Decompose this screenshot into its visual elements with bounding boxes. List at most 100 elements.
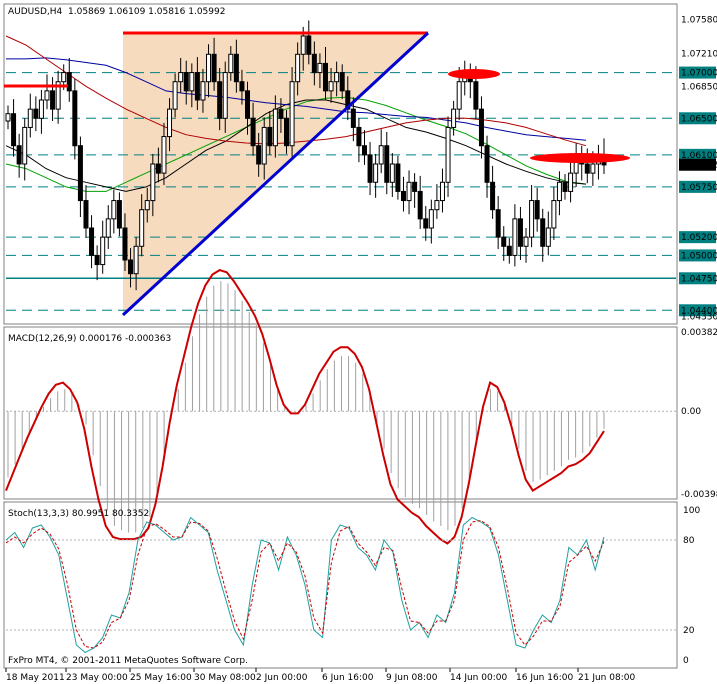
candle-body: [116, 200, 122, 229]
candle-body: [38, 99, 44, 119]
macd-axis-label: 0.00382: [681, 328, 717, 338]
candle-body: [322, 62, 328, 92]
candle-body: [189, 72, 195, 92]
chart-symbol: AUDUSD,H4: [8, 7, 63, 17]
time-axis-label: 18 May 2011: [6, 673, 65, 683]
candle-body: [517, 218, 523, 247]
candle-body: [161, 136, 167, 174]
chart-ohlc: 1.05869 1.06109 1.05816 1.05992: [68, 7, 225, 17]
candle-body: [133, 245, 139, 275]
candle-body: [529, 200, 535, 238]
candle-body: [300, 35, 306, 55]
candle-body: [211, 53, 217, 83]
price-label: 1.07210: [681, 49, 717, 59]
current-price-label: 1.05992: [681, 161, 717, 171]
candle-body: [22, 126, 28, 165]
candle-body: [77, 145, 83, 202]
level-price-label: 1.05200: [681, 233, 717, 243]
candle-body: [434, 200, 440, 211]
candle-body: [27, 108, 33, 128]
candle-body: [456, 81, 462, 110]
macd-axis-label: -0.00398: [681, 490, 717, 500]
candle-body: [356, 126, 362, 147]
candle-body: [33, 108, 39, 119]
level-price-label: 1.05000: [681, 251, 717, 261]
candle-body: [523, 236, 529, 247]
candle-body: [172, 81, 178, 110]
candle-body: [445, 126, 451, 183]
candle-body: [256, 145, 262, 165]
candle-body: [200, 81, 206, 101]
price-label: 1.06850: [681, 82, 717, 92]
level-price-label: 1.07000: [681, 69, 717, 79]
candle-body: [423, 218, 429, 229]
candle-body: [250, 117, 256, 147]
candle-body: [144, 200, 150, 211]
candle-body: [406, 181, 412, 202]
candle-body: [311, 53, 317, 74]
candle-body: [490, 181, 496, 211]
time-axis-label: 14 Jun 00:00: [450, 673, 507, 683]
candle-body: [451, 108, 457, 128]
stoch-axis-label: 100: [683, 506, 700, 516]
candle-body: [139, 209, 145, 247]
candle-body: [5, 113, 11, 122]
time-axis-label: 21 Jun 08:00: [578, 673, 635, 683]
mt4-chart[interactable]: 1.075801.072101.070001.068501.065001.061…: [0, 0, 717, 684]
time-axis-label: 16 Jun 16:00: [516, 673, 573, 683]
candle-body: [61, 72, 67, 83]
stoch-axis-label: 0: [683, 656, 689, 666]
stoch-axis-label: 80: [683, 536, 695, 546]
candle-body: [267, 126, 273, 147]
candle-body: [228, 53, 234, 74]
candle-body: [89, 227, 95, 256]
candle-body: [272, 108, 278, 147]
candle-body: [339, 72, 345, 92]
candle-body: [94, 254, 100, 266]
candle-body: [194, 72, 200, 101]
candle-body: [217, 81, 223, 119]
candle-body: [150, 163, 156, 202]
candle-body: [384, 145, 390, 183]
stoch-axis: 100 80 20 0: [683, 506, 700, 666]
stoch-title: Stoch(13,3,3) 80.9951 80.3352: [8, 509, 149, 519]
candle-body: [400, 190, 406, 202]
candle-body: [395, 163, 401, 192]
candle-body: [328, 81, 334, 92]
candle-body: [239, 81, 245, 92]
candle-body: [512, 218, 518, 256]
copyright-footer: FxPro MT4, © 2001-2011 MetaQuotes Softwa…: [8, 656, 248, 666]
candle-body: [473, 81, 479, 110]
candle-body: [568, 172, 574, 192]
candle-body: [261, 126, 267, 165]
candle-body: [16, 145, 22, 165]
price-axis: 1.075801.072101.070001.068501.065001.061…: [679, 16, 717, 323]
candle-body: [584, 163, 590, 174]
candle-body: [100, 236, 106, 266]
stoch-panel[interactable]: [3, 501, 678, 669]
time-axis-label: 23 May 00:00: [66, 673, 128, 683]
candle-body: [540, 218, 546, 247]
candle-body: [501, 236, 507, 247]
candle-body: [105, 218, 111, 238]
macd-title: MACD(12,26,9) 0.000176 -0.000363: [8, 334, 171, 344]
candle-body: [206, 53, 212, 83]
candle-body: [11, 113, 17, 147]
time-axis-label: 6 Jun 16:00: [322, 673, 374, 683]
candle-body: [183, 72, 189, 92]
candle-body: [72, 90, 78, 147]
candle-body: [334, 72, 340, 83]
candle-body: [478, 108, 484, 147]
resistance-ellipse-1: [448, 69, 500, 79]
candle-body: [317, 62, 323, 74]
candle-body: [44, 90, 50, 101]
candle-body: [50, 90, 56, 110]
resistance-ellipse-2: [530, 153, 630, 163]
stoch-axis-label: 20: [683, 626, 695, 636]
time-axis-label: 25 May 16:00: [130, 673, 192, 683]
time-axis-label: 9 Jun 08:00: [386, 673, 438, 683]
candle-body: [428, 209, 434, 229]
candle-body: [233, 53, 239, 83]
candle-body: [373, 163, 379, 183]
level-price-label: 1.06500: [681, 114, 717, 124]
